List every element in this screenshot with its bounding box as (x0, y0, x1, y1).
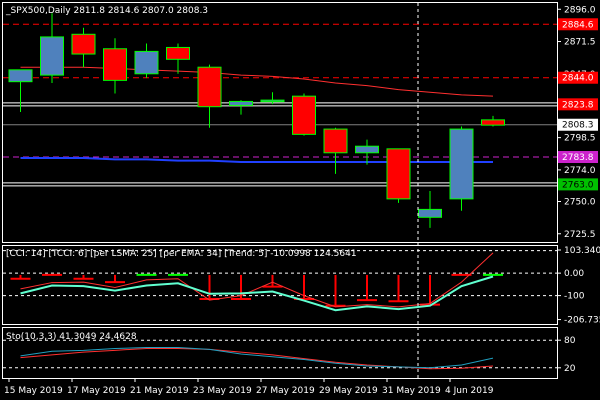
price-tag-label: 2763.0 (562, 180, 594, 190)
y-tick-label: 2750.0 (564, 198, 596, 208)
candle-body (449, 128, 474, 200)
x-tick-label: 29 May 2019 (319, 386, 378, 396)
cci-tick-label: 103.3403 (564, 246, 600, 256)
symbol-info: _SPX500,Daily 2811.8 2814.6 2807.0 2808.… (5, 6, 208, 16)
y-tick-label: 2774.0 (564, 166, 596, 176)
candle-body (418, 208, 442, 218)
x-tick-label: 21 May 2019 (130, 386, 189, 396)
candle-body (8, 69, 33, 83)
candle-body (323, 128, 348, 154)
candle-body (71, 33, 96, 55)
price-tag-label: 2844.0 (562, 74, 594, 84)
candle-body (386, 148, 411, 200)
cci-tick-label: -100 (564, 292, 585, 302)
y-tick-label: 2896.0 (564, 5, 596, 15)
candle-body (40, 36, 64, 76)
price-tag-label: 2783.8 (562, 153, 594, 163)
y-axis-labels: 2896.02871.52847.02823.82798.52774.02750… (557, 5, 600, 374)
candle-body (292, 95, 316, 135)
candle-body (134, 50, 159, 75)
trading-chart[interactable]: _SPX500,Daily 2811.8 2814.6 2807.0 2808.… (0, 0, 600, 400)
x-tick-label: 27 May 2019 (256, 386, 315, 396)
candle-body (260, 99, 285, 103)
x-tick-label: 15 May 2019 (4, 386, 63, 396)
price-tag-label: 2884.6 (562, 20, 594, 30)
candle-body (166, 46, 190, 60)
candle-body (355, 145, 379, 154)
cci-info: [CCI: 14] [TCCI: 6] [per LSMA: 25] [per … (6, 249, 357, 259)
candle-body (481, 119, 505, 126)
x-tick-label: 17 May 2019 (67, 386, 126, 396)
x-tick-label: 23 May 2019 (193, 386, 252, 396)
x-tick-label: 31 May 2019 (382, 386, 441, 396)
sto-tick-label: 80 (564, 336, 576, 346)
candle-body (197, 66, 222, 108)
cci-tick-label: -206.735 (564, 316, 600, 326)
candle-body (229, 100, 253, 106)
y-tick-label: 2725.5 (564, 230, 596, 240)
y-tick-label: 2871.5 (564, 38, 596, 48)
x-axis-labels: 15 May 2019 17 May 2019 21 May 2019 23 May … (4, 378, 494, 396)
sto-tick-label: 20 (564, 364, 576, 374)
price-tag-label: 2823.8 (562, 100, 594, 110)
cci-tick-label: 0.00 (564, 269, 584, 279)
y-tick-label: 2798.5 (564, 134, 596, 144)
x-tick-label: 4 Jun 2019 (445, 386, 494, 396)
sto-info: Sto(10,3,3) 41.3049 24.4628 (6, 332, 137, 342)
candle-body (103, 48, 127, 81)
price-tag-label: 2808.3 (562, 121, 594, 131)
